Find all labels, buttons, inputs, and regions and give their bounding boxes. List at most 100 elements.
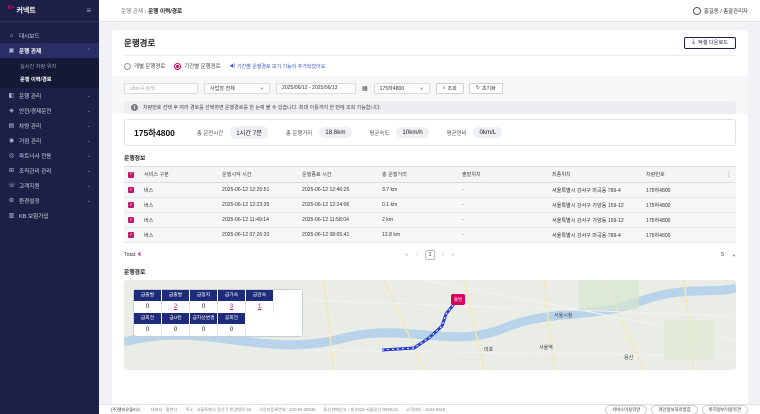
row-checkbox[interactable]: ✓: [124, 227, 140, 243]
stat-value-link[interactable]: 1: [246, 301, 274, 313]
route-map[interactable]: 출발 서울시청 서울역 용산 마포 급출발 급출발 급정지 급가속 급감속 0 …: [124, 280, 736, 370]
col-header-end[interactable]: 운행종료 시간: [298, 166, 378, 183]
brand-logo[interactable]: U+ 커넥트: [8, 5, 36, 15]
radio-single-route[interactable]: 개별 운행경로: [124, 62, 165, 70]
location-terms-link[interactable]: 위치정보이용약관: [701, 404, 748, 414]
chevron-down-icon: ▼: [419, 85, 424, 91]
radio-period-route[interactable]: 기간별 운행경로: [174, 62, 220, 70]
prev-page-icon[interactable]: ‹: [416, 252, 418, 258]
mode-selector: 개별 운행경로 기간별 운행경로 ◀) 기간별 운행경로 보기 기능이 추가되었어…: [124, 56, 736, 76]
terms-link[interactable]: 서비스이용약관: [605, 404, 648, 414]
sidebar-item-org-manage[interactable]: ⊞ 조직관리 관리 ⌄: [0, 163, 99, 178]
next-page-icon[interactable]: ›: [442, 252, 444, 258]
driving-stats-panel: 급출발 급출발 급정지 급가속 급감속 0 2 0 3 1 급회전 급U턴 급차…: [134, 290, 302, 336]
summary-vehicle: 175하4800: [134, 127, 175, 138]
sidebar-item-operation-manage[interactable]: ◧ 운행 관리 ⌄: [0, 88, 99, 103]
table-row[interactable]: ✓ 버스 2025-06-12 12:25:51 2025-06-12 12:46:…: [124, 182, 736, 198]
stat-value-link[interactable]: 2: [162, 301, 190, 313]
doc-icon: ▥: [8, 213, 15, 219]
sidebar: U+ 커넥트 ≡ ⌂ 대시보드 ▣ 운행 관제 ⌃ 실시간 차량 위치 운행 이력/경…: [0, 0, 99, 414]
breadcrumb-current: 운행 이력/경로: [148, 8, 183, 15]
vehicle-select[interactable]: 175하4800 ▼: [373, 82, 430, 94]
headset-icon: ☏: [8, 183, 16, 189]
excel-download-button[interactable]: ⤓ 엑셀 다운로드: [684, 36, 736, 49]
hamburger-icon[interactable]: ≡: [86, 6, 91, 15]
main-panel: 운행경로 ⤓ 엑셀 다운로드 개별 운행경로 기간별 운행경로 ◀) 기간별 운행경…: [112, 30, 748, 406]
sidebar-item-settings[interactable]: ⚙ 환경설정 ⌄: [0, 193, 99, 208]
breadcrumb-parent[interactable]: 운행 관제 ›: [121, 9, 147, 15]
filter-area: uhni 4 검색 사업장 전체 ▼ 2025/06/12 - 2025/06/1…: [112, 76, 748, 114]
row-checkbox[interactable]: ✓: [124, 182, 140, 198]
user-menu[interactable]: 홍길동 / 총괄관리자: [692, 6, 748, 15]
row-checkbox[interactable]: ✓: [124, 212, 140, 228]
select-all-checkbox[interactable]: ✓: [124, 166, 140, 183]
chevron-down-icon: ▼: [260, 85, 264, 91]
last-page-icon[interactable]: »: [452, 252, 455, 258]
col-header-service[interactable]: 서비스 구분: [140, 166, 218, 183]
handshake-icon: ◎: [8, 153, 15, 159]
footer-company: (주)엘지유플러스: [111, 406, 141, 412]
search-icon: ⌕: [442, 85, 446, 91]
sidebar-item-base-manage[interactable]: ◉ 거점 관리 ⌄: [0, 133, 99, 148]
chevron-down-icon: ⌄: [86, 122, 91, 129]
search-input[interactable]: uhni 4 검색: [124, 82, 198, 94]
sidebar-item-safe-driving[interactable]: ◈ 안전/경제운전 ⌄: [0, 103, 99, 118]
privacy-link[interactable]: 개인정보처리방침: [651, 404, 698, 414]
col-header-origin[interactable]: 출발위치: [458, 166, 548, 183]
chevron-down-icon: ⌄: [86, 167, 91, 174]
sidebar-submenu: 실시간 차량 위치 운행 이력/경로: [0, 58, 99, 88]
stat-value: 0: [134, 301, 162, 313]
table-row[interactable]: ✓ 버스 2025-06-12 11:49:14 2025-06-12 11:58:…: [124, 212, 736, 228]
info-text: 차량번호 선택 후 여러 경로를 선택하면 운행경로를 한 눈에 볼 수 있습니…: [143, 105, 381, 111]
sidebar-item-partner[interactable]: ◎ 파트너사 전용 ⌄: [0, 148, 99, 163]
car-icon: ◧: [8, 93, 15, 99]
monitor-icon: ▣: [8, 48, 15, 54]
breadcrumb: 운행 관제 › 운행 이력/경로: [121, 7, 182, 15]
chevron-down-icon: ⌄: [86, 92, 91, 99]
page-title: 운행경로: [124, 37, 156, 48]
column-menu-icon[interactable]: ⋮: [722, 166, 736, 183]
table-row[interactable]: ✓ 버스 2025-06-12 12:23:35 2025-06-12 12:24:…: [124, 197, 736, 213]
total-count: Total: 4: [124, 252, 141, 258]
reset-button[interactable]: ↻ 초기화: [468, 82, 503, 94]
col-header-destination[interactable]: 최종위치: [548, 166, 642, 183]
page-size-select[interactable]: 5 ▼: [721, 252, 736, 258]
truck-icon: ▤: [8, 123, 15, 129]
total-time-value: 1시간 7분: [230, 126, 268, 139]
row-checkbox[interactable]: ✓: [124, 197, 140, 213]
info-icon: i: [131, 104, 138, 111]
col-header-vehicle[interactable]: 차량번호: [642, 166, 722, 183]
refresh-icon: ↻: [475, 85, 480, 91]
sidebar-item-vehicle-manage[interactable]: ▤ 차량 관리 ⌄: [0, 118, 99, 133]
first-page-icon[interactable]: «: [405, 252, 408, 258]
col-header-start[interactable]: 운행시작 시간: [218, 166, 298, 183]
chevron-down-icon: ⌄: [86, 137, 91, 144]
search-button[interactable]: ⌕ 조회: [435, 82, 464, 94]
chevron-down-icon: ⌄: [86, 152, 91, 159]
sidebar-item-operation-control[interactable]: ▣ 운행 관제 ⌃: [0, 43, 99, 58]
calendar-icon[interactable]: ▦: [362, 85, 368, 92]
sidebar-sub-route-history[interactable]: 운행 이력/경로: [0, 73, 99, 86]
org-select[interactable]: 사업장 전체 ▼: [204, 82, 270, 94]
stat-value-link[interactable]: 3: [218, 301, 246, 313]
stat-value: 0: [134, 324, 162, 336]
page-header: 운행경로 ⤓ 엑셀 다운로드: [124, 30, 736, 56]
map-label: 서울시청: [554, 313, 573, 319]
user-name: 홍길동: [703, 8, 719, 15]
sidebar-item-kb-insurance[interactable]: ▥ KB 보험가입: [0, 208, 99, 223]
brand: U+ 커넥트 ≡: [0, 0, 99, 22]
map-label: 서울역: [539, 345, 553, 351]
download-icon: ⤓: [692, 39, 695, 45]
chevron-down-icon: ▼: [732, 252, 736, 258]
col-header-distance[interactable]: 총 운행거리: [378, 166, 458, 183]
sidebar-item-support[interactable]: ☏ 고객지원 ⌄: [0, 178, 99, 193]
user-icon: [692, 6, 701, 15]
table-row[interactable]: ✓ 버스 2025-06-12 07:26:20 2025-06-12 08:05:…: [124, 227, 736, 243]
page-number[interactable]: 1: [425, 250, 435, 260]
sidebar-item-dashboard[interactable]: ⌂ 대시보드: [0, 28, 99, 43]
avg-speed-label: 평균속도: [369, 130, 390, 137]
date-range-input[interactable]: 2025/06/12 - 2025/06/13: [276, 82, 356, 94]
top-bar: 운행 관제 › 운행 이력/경로 홍길동 / 총괄관리자: [99, 0, 760, 22]
sidebar-sub-realtime-location[interactable]: 실시간 차량 위치: [0, 60, 99, 73]
route-start-marker[interactable]: 출발: [451, 294, 465, 305]
